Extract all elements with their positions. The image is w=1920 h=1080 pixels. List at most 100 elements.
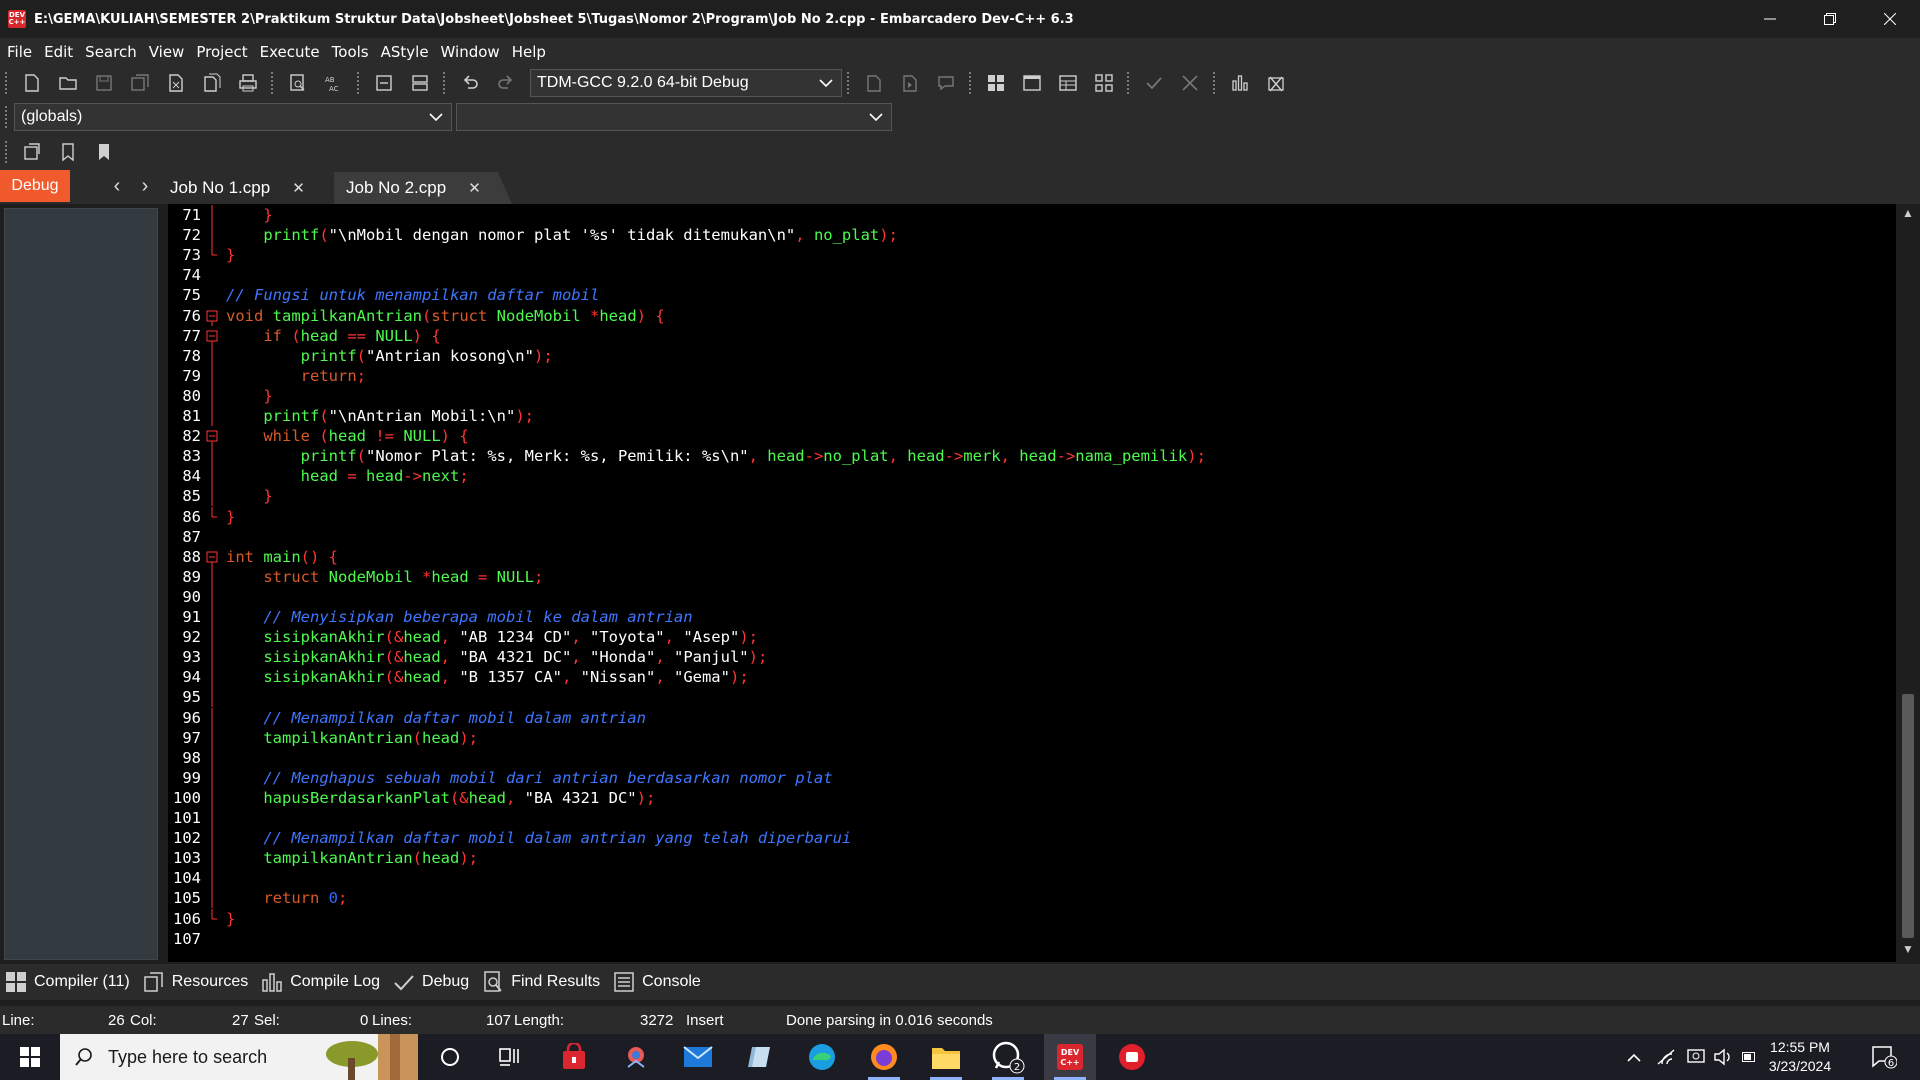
toolbar-grip[interactable] — [271, 72, 275, 94]
tab-compiler[interactable]: Compiler (11) — [4, 970, 130, 994]
taskbar-clock[interactable]: 12:55 PM 3/23/2024 — [1752, 1038, 1848, 1076]
code-line[interactable]: 91 // Menyisipkan beberapa mobil ke dala… — [168, 607, 1868, 627]
toolbar-grip[interactable] — [5, 141, 9, 163]
fold-collapse-icon[interactable] — [206, 306, 218, 326]
toolbar-grip[interactable] — [5, 72, 9, 94]
devcpp-app-icon[interactable]: DEV C++ — [8, 10, 26, 28]
taskbar-app-devcpp[interactable]: DEV C++ — [1044, 1034, 1096, 1080]
cancel-button[interactable] — [1172, 68, 1208, 98]
replace-button[interactable]: AB AC — [316, 68, 352, 98]
code-line[interactable]: 94 sisipkanAkhir(&head, "B 1357 CA", "Ni… — [168, 667, 1868, 688]
code-line[interactable]: 98 — [168, 747, 1868, 768]
code-line[interactable]: 74 — [168, 265, 1868, 285]
toolbar-grip[interactable] — [1213, 72, 1217, 94]
fold-collapse-icon[interactable] — [206, 426, 218, 447]
scope-select[interactable]: (globals) — [14, 103, 452, 131]
tab-debug[interactable]: Debug — [392, 970, 469, 994]
menu-edit[interactable]: Edit — [39, 43, 80, 61]
tab-close-icon[interactable]: ✕ — [468, 179, 481, 197]
code-line[interactable]: 83 printf("Nomor Plat: %s, Merk: %s, Pem… — [168, 446, 1868, 467]
taskbar-app-explorer[interactable] — [920, 1034, 972, 1080]
taskbar-app-lock[interactable] — [548, 1034, 600, 1080]
editor-vertical-scrollbar[interactable]: ▲ ▼ — [1896, 204, 1920, 962]
close-button[interactable] — [1860, 0, 1920, 38]
task-view-cortana-button[interactable] — [424, 1034, 476, 1080]
taskbar-search-box[interactable]: Type here to search — [60, 1034, 418, 1080]
code-line[interactable]: 77 if (head == NULL) { — [168, 326, 1868, 346]
code-line[interactable]: 107 — [168, 929, 1868, 949]
code-line[interactable]: 88 int main() { — [168, 547, 1868, 567]
code-editor[interactable]: 71 } 72 printf("\nMobil dengan nomor plat… — [168, 204, 1896, 962]
code-line[interactable]: 106} — [168, 908, 1868, 929]
taskbar-app-notes[interactable] — [734, 1034, 786, 1080]
taskbar-app-red[interactable] — [1106, 1034, 1158, 1080]
code-line[interactable]: 95 — [168, 687, 1868, 708]
code-line[interactable]: 105 return 0; — [168, 888, 1868, 909]
save-all-button[interactable] — [122, 68, 158, 98]
toolbar-grip[interactable] — [847, 72, 851, 94]
menu-window[interactable]: Window — [436, 43, 507, 61]
tile-grid-button[interactable] — [1086, 68, 1122, 98]
table-button[interactable] — [1050, 68, 1086, 98]
unindent-button[interactable] — [402, 68, 438, 98]
menu-astyle[interactable]: AStyle — [376, 43, 436, 61]
tab-scroll-left-button[interactable]: ‹ — [106, 174, 128, 198]
toggle-bookmark-button[interactable] — [50, 137, 86, 167]
toolbar-grip[interactable] — [357, 72, 361, 94]
menu-file[interactable]: File — [2, 43, 39, 61]
scroll-up-icon[interactable]: ▲ — [1900, 206, 1916, 222]
tile-button[interactable] — [978, 68, 1014, 98]
menu-help[interactable]: Help — [507, 43, 553, 61]
menu-search[interactable]: Search — [80, 43, 144, 61]
toolbar-grip[interactable] — [1127, 72, 1131, 94]
goto-button[interactable] — [14, 137, 50, 167]
find-button[interactable] — [280, 68, 316, 98]
task-view-button[interactable] — [484, 1034, 536, 1080]
restore-button[interactable] — [1800, 0, 1860, 38]
close-file-button[interactable] — [158, 68, 194, 98]
tab-close-icon[interactable]: ✕ — [292, 179, 305, 197]
run-button[interactable] — [892, 68, 928, 98]
display-button[interactable] — [1682, 1034, 1710, 1080]
compile-run-button[interactable] — [928, 68, 964, 98]
code-line[interactable]: 103 tampilkanAntrian(head); — [168, 848, 1868, 869]
menu-execute[interactable]: Execute — [255, 43, 327, 61]
code-line[interactable]: 89 struct NodeMobil *head = NULL; — [168, 566, 1868, 587]
code-line[interactable]: 73} — [168, 245, 1868, 265]
menu-tools[interactable]: Tools — [327, 43, 376, 61]
compile-button[interactable] — [856, 68, 892, 98]
toolbar-grip[interactable] — [443, 72, 447, 94]
code-line[interactable]: 71 } — [168, 205, 1868, 225]
save-button[interactable] — [86, 68, 122, 98]
code-line[interactable]: 97 tampilkanAntrian(head); — [168, 727, 1868, 748]
compiler-select[interactable]: TDM-GCC 9.2.0 64-bit Debug — [530, 69, 842, 97]
tab-scroll-right-button[interactable]: › — [134, 174, 156, 198]
code-line[interactable]: 87 — [168, 527, 1868, 547]
network-button[interactable] — [1652, 1034, 1680, 1080]
taskbar-app-firefox[interactable] — [858, 1034, 910, 1080]
tab-compile-log[interactable]: Compile Log — [260, 970, 380, 994]
toolbar-grip[interactable] — [969, 72, 973, 94]
tab-resources[interactable]: Resources — [142, 970, 248, 994]
tab-job-no-1[interactable]: Job No 1.cpp ✕ — [158, 172, 328, 204]
toolbar-grip[interactable] — [5, 106, 9, 128]
check-button[interactable] — [1136, 68, 1172, 98]
code-line[interactable]: 104 — [168, 868, 1868, 889]
function-select[interactable] — [456, 103, 892, 131]
new-file-button[interactable] — [14, 68, 50, 98]
code-line[interactable]: 93 sisipkanAkhir(&head, "BA 4321 DC", "H… — [168, 647, 1868, 668]
code-line[interactable]: 86} — [168, 506, 1868, 527]
taskbar-app-edge[interactable] — [796, 1034, 848, 1080]
taskbar-app-mail[interactable] — [672, 1034, 724, 1080]
notification-center-button[interactable]: 6 — [1864, 1034, 1904, 1080]
menu-project[interactable]: Project — [191, 43, 254, 61]
code-line[interactable]: 78 printf("Antrian kosong\n"); — [168, 345, 1868, 366]
tab-console[interactable]: Console — [612, 970, 701, 994]
code-line[interactable]: 85 } — [168, 486, 1868, 507]
scrollbar-thumb[interactable] — [1902, 694, 1914, 938]
code-line[interactable]: 81 printf("\nAntrian Mobil:\n"); — [168, 406, 1868, 426]
fold-collapse-icon[interactable] — [206, 326, 218, 346]
code-line[interactable]: 79 return; — [168, 365, 1868, 386]
chart-button[interactable] — [1222, 68, 1258, 98]
code-line[interactable]: 84 head = head->next; — [168, 466, 1868, 487]
